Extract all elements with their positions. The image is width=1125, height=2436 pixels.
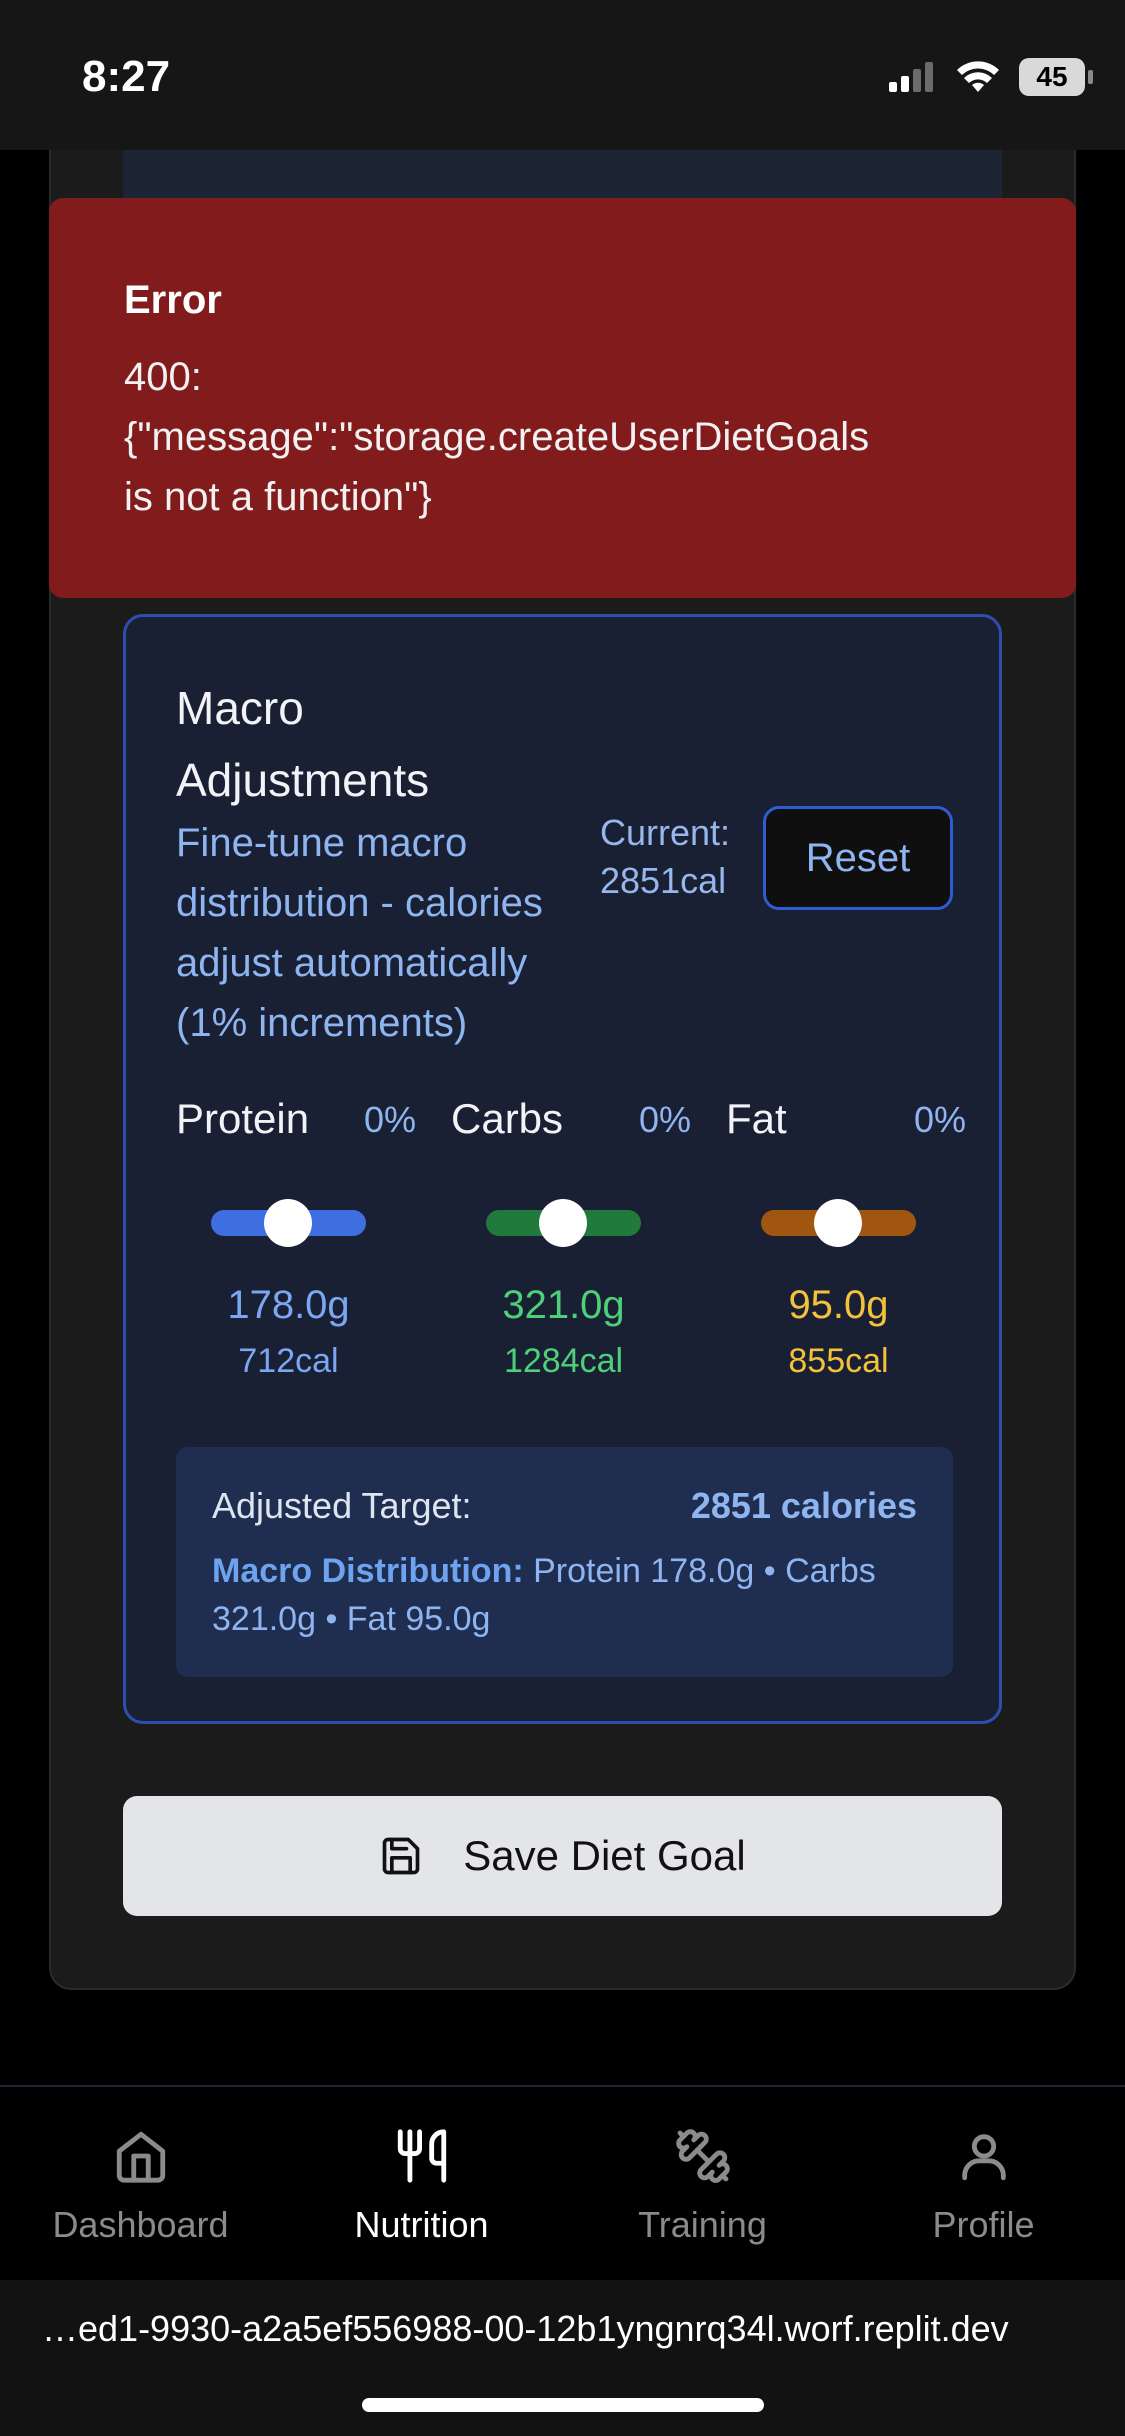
- card-top-strip: [123, 150, 1002, 202]
- utensils-icon: [397, 2129, 446, 2183]
- save-button-label: Save Diet Goal: [463, 1832, 746, 1879]
- nav-item-nutrition[interactable]: Nutrition: [281, 2127, 562, 2246]
- browser-url-bar[interactable]: …ed1-9930-a2a5ef556988-00-12b1yngnrq34l.…: [0, 2280, 1125, 2436]
- nav-item-training[interactable]: Training: [562, 2127, 843, 2246]
- slider-thumb[interactable]: [814, 1199, 862, 1247]
- save-icon: [382, 1837, 420, 1875]
- reset-button[interactable]: Reset: [763, 806, 953, 910]
- home-icon: [116, 2131, 165, 2183]
- protein-slider[interactable]: [211, 1199, 366, 1247]
- macro-fat: Fat 0% 95.0g 855cal: [726, 1095, 966, 1405]
- distribution-label: Macro Distribution:: [212, 1552, 524, 1590]
- bottom-nav: Dashboard Nutrition Training Profile: [0, 2085, 1125, 2280]
- macro-grams: 321.0g: [502, 1283, 625, 1327]
- signal-icon: [889, 62, 933, 92]
- nav-label: Nutrition: [354, 2204, 489, 2245]
- macro-percent: 0%: [363, 1099, 416, 1140]
- macro-grams: 178.0g: [227, 1283, 350, 1327]
- nav-item-profile[interactable]: Profile: [843, 2127, 1124, 2246]
- current-value: 2851cal: [600, 860, 727, 901]
- url-text: …ed1-9930-a2a5ef556988-00-12b1yngnrq34l.…: [42, 2308, 1009, 2349]
- target-row: Adjusted Target: 2851 calories: [212, 1485, 917, 1527]
- adjusted-target-summary: Adjusted Target: 2851 calories Macro Dis…: [176, 1447, 953, 1677]
- macro-name: Protein: [176, 1095, 310, 1142]
- status-icons: 45: [889, 58, 1093, 96]
- error-toast[interactable]: Error 400: {"message":"storage.createUse…: [49, 198, 1076, 598]
- save-diet-goal-button[interactable]: Save Diet Goal: [123, 1796, 1002, 1916]
- macro-percent: 0%: [913, 1099, 966, 1140]
- macro-percent: 0%: [638, 1099, 691, 1140]
- nav-label: Profile: [932, 2204, 1035, 2245]
- macro-name: Carbs: [451, 1095, 564, 1142]
- slider-thumb[interactable]: [264, 1199, 312, 1247]
- battery-indicator: 45: [1019, 58, 1093, 96]
- dumbbell-icon: [675, 2129, 730, 2183]
- macro-description: Fine-tune macro distribution - calories …: [176, 821, 543, 1045]
- macro-calories: 855cal: [788, 1342, 889, 1380]
- error-title: Error: [124, 278, 222, 322]
- home-indicator[interactable]: [362, 2398, 764, 2412]
- macro-carbs: Carbs 0% 321.0g 1284cal: [451, 1095, 691, 1405]
- macro-grams: 95.0g: [788, 1283, 889, 1327]
- target-value: 2851 calories: [690, 1485, 917, 1526]
- current-label: Current:: [600, 812, 731, 853]
- wifi-icon: [957, 61, 999, 92]
- macro-calories: 712cal: [238, 1342, 339, 1380]
- nav-label: Dashboard: [52, 2204, 229, 2245]
- current-calories: Current: 2851cal: [600, 809, 730, 905]
- user-icon: [961, 2134, 1006, 2181]
- target-label: Adjusted Target:: [212, 1485, 472, 1526]
- macro-name: Fat: [726, 1095, 787, 1142]
- status-time: 8:27: [82, 52, 171, 101]
- macro-adjustments-card: Macro Adjustments Fine-tune macro distri…: [123, 614, 1002, 1724]
- macro-title: Macro Adjustments: [176, 682, 430, 806]
- status-bar: 8:27 45: [0, 0, 1125, 150]
- error-message: 400: {"message":"storage.createUserDietG…: [124, 355, 870, 519]
- nav-item-dashboard[interactable]: Dashboard: [0, 2127, 281, 2246]
- nav-label: Training: [638, 2204, 767, 2245]
- slider-thumb[interactable]: [539, 1199, 587, 1247]
- carbs-slider[interactable]: [486, 1199, 641, 1247]
- macro-calories: 1284cal: [503, 1342, 624, 1380]
- fat-slider[interactable]: [761, 1199, 916, 1247]
- macro-distribution: Macro Distribution: Protein 178.0g • Car…: [212, 1547, 917, 1643]
- macro-protein: Protein 0% 178.0g 712cal: [176, 1095, 416, 1405]
